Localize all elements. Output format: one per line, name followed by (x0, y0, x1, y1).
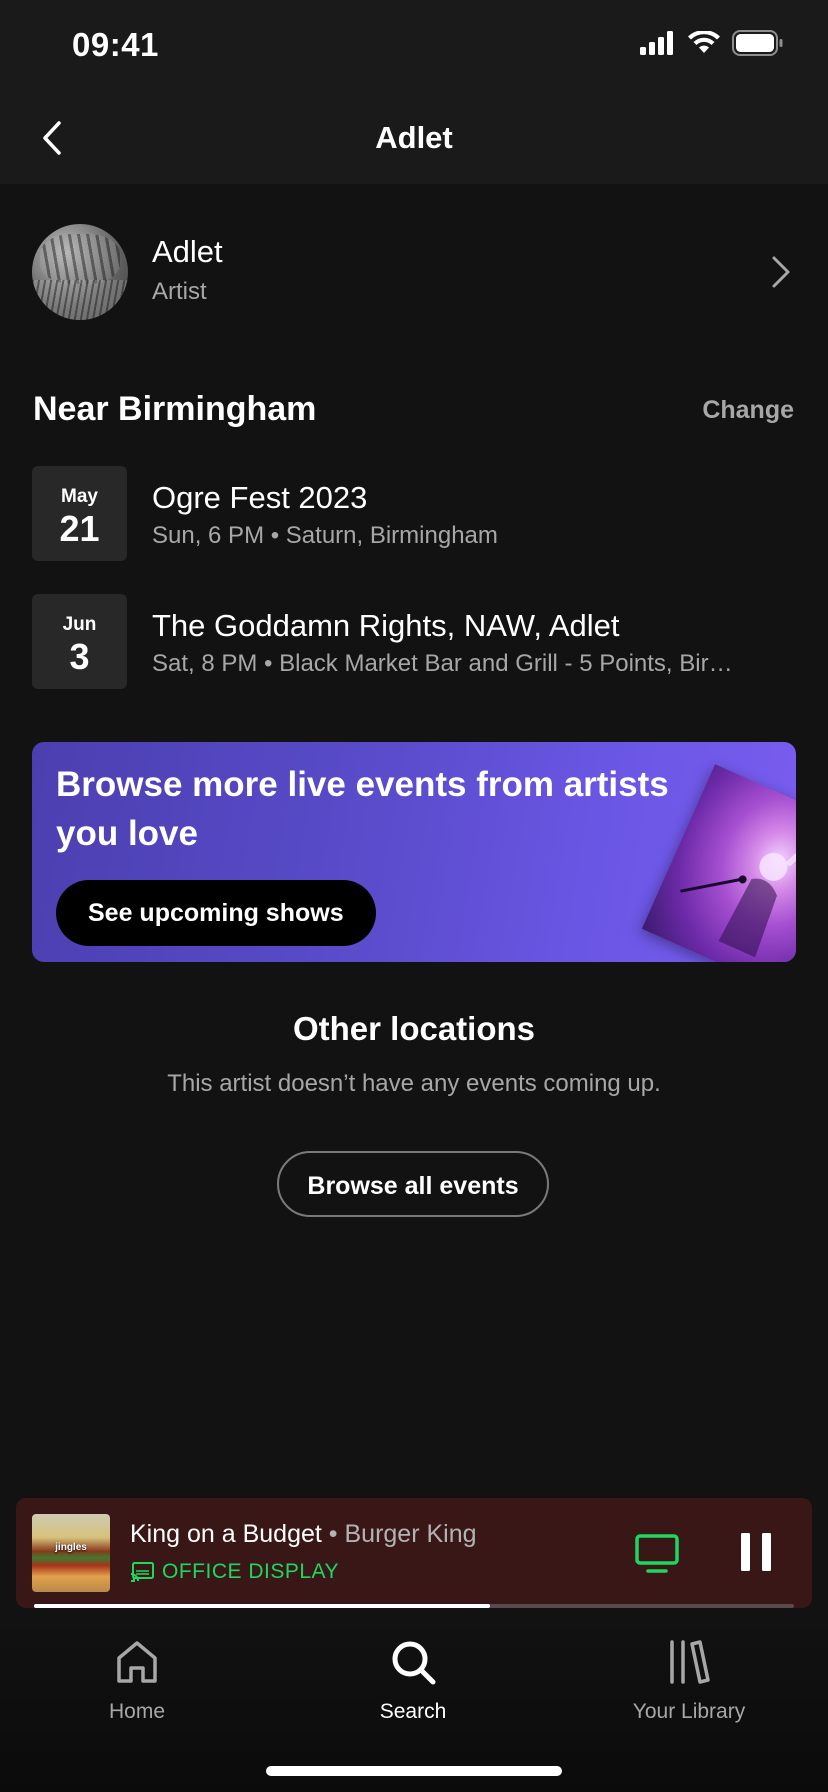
near-section-title: Near Birmingham (33, 390, 317, 428)
event-month: Jun (62, 614, 97, 635)
home-icon (117, 1641, 157, 1683)
track-separator: • (321, 1520, 345, 1548)
event-date: Jun 3 (32, 594, 127, 689)
album-art: jingles (32, 1514, 110, 1592)
artist-avatar (32, 224, 128, 320)
cellular-signal-icon (640, 31, 673, 55)
event-day: 3 (69, 636, 90, 677)
bottom-nav: Home Search Your Library (0, 1612, 828, 1792)
nav-label: Home (108, 1700, 166, 1723)
event-details: Sat, 8 PM • Black Market Bar and Grill -… (152, 650, 733, 677)
connected-device: OFFICE DISPLAY (130, 1560, 339, 1584)
event-row[interactable]: May 21 Ogre Fest 2023 Sun, 6 PM • Saturn… (32, 466, 796, 562)
change-location-button[interactable]: Change (702, 396, 794, 425)
artist-type: Artist (152, 278, 207, 305)
nav-label: Your Library (632, 1700, 746, 1723)
nav-item-your-library[interactable]: Your Library (589, 1638, 789, 1724)
devices-icon[interactable] (634, 1532, 680, 1576)
event-row[interactable]: Jun 3 The Goddamn Rights, NAW, Adlet Sat… (32, 594, 796, 690)
promo-title: Browse more live events from artists you… (56, 765, 669, 853)
event-day: 21 (59, 508, 100, 549)
track-title: King on a Budget (130, 1520, 322, 1548)
playback-progress-bar[interactable] (34, 1604, 794, 1608)
event-month: May (61, 486, 98, 507)
nav-header: Adlet (0, 92, 828, 184)
pause-icon[interactable] (738, 1530, 774, 1574)
no-events-message: This artist doesn’t have any events comi… (167, 1070, 661, 1097)
chevron-right-icon (772, 256, 790, 288)
event-details: Sun, 6 PM • Saturn, Birmingham (152, 522, 498, 549)
page-title: Adlet (375, 120, 453, 155)
event-title: The Goddamn Rights, NAW, Adlet (152, 608, 620, 643)
library-icon (670, 1640, 710, 1684)
device-name: OFFICE DISPLAY (162, 1560, 339, 1583)
screen: 09:41 Adlet Adlet Artist Near Birmingham… (0, 0, 828, 1792)
event-title: Ogre Fest 2023 (152, 480, 368, 515)
nav-item-search[interactable]: Search (313, 1638, 513, 1724)
track-info: King on a Budget • Burger King (130, 1520, 477, 1549)
cast-icon (130, 1562, 154, 1582)
status-icons (640, 30, 784, 56)
see-upcoming-shows-button[interactable]: See upcoming shows (56, 880, 376, 946)
playback-progress-fill (34, 1604, 490, 1608)
artist-row[interactable]: Adlet Artist (32, 222, 796, 320)
album-art-text: jingles (55, 1542, 87, 1553)
nav-item-home[interactable]: Home (37, 1638, 237, 1724)
event-date: May 21 (32, 466, 127, 561)
browse-all-events-button[interactable]: Browse all events (277, 1151, 549, 1217)
track-artist: Burger King (344, 1520, 477, 1548)
status-time: 09:41 (72, 26, 159, 63)
nav-label: Search (379, 1700, 447, 1723)
live-events-promo-banner: Browse more live events from artists you… (32, 742, 796, 962)
status-bar: 09:41 (0, 0, 828, 92)
artist-name: Adlet (152, 234, 223, 269)
search-icon (392, 1641, 436, 1685)
mini-player[interactable]: jingles King on a Budget • Burger King O… (16, 1498, 812, 1608)
wifi-icon (688, 31, 720, 53)
battery-icon (732, 30, 783, 56)
home-indicator (266, 1766, 562, 1776)
other-locations-title: Other locations (292, 1010, 536, 1047)
